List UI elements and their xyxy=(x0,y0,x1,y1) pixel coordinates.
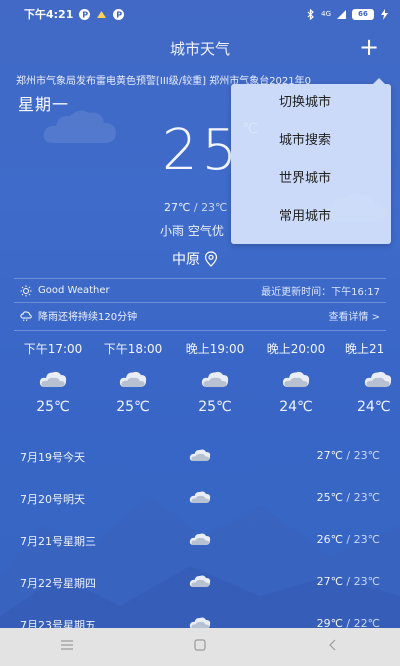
divider xyxy=(14,302,386,303)
plus-icon[interactable]: + xyxy=(358,35,380,59)
details-link[interactable]: 查看详情 > xyxy=(328,308,380,323)
daily-high: 25℃ xyxy=(316,491,343,504)
svg-text:P: P xyxy=(117,10,123,19)
hourly-forecast[interactable]: 下午17:00 25℃ 下午18:00 25℃ 晚上19:00 25℃ 晚上20… xyxy=(0,340,400,430)
hourly-temp: 25℃ xyxy=(36,399,70,415)
daily-date: 7月20号明天 xyxy=(20,493,85,506)
system-nav-bar xyxy=(0,628,400,666)
hourly-time: 晚上19:00 xyxy=(185,342,245,356)
temperature-range: 27℃ / 23℃ xyxy=(164,201,227,214)
cloudy-icon xyxy=(119,371,147,387)
daily-low: 23℃ xyxy=(353,533,380,546)
daily-date: 7月22号星期四 xyxy=(20,577,96,590)
cloudy-icon xyxy=(189,575,211,587)
hourly-temp: 25℃ xyxy=(198,399,232,415)
city-name: 中原 xyxy=(172,252,200,268)
charging-icon xyxy=(381,8,388,20)
menu-icon[interactable] xyxy=(47,639,87,655)
good-weather-row: Good Weather 最近更新时间：下午16:17 xyxy=(20,283,380,298)
daily-date: 7月21号星期三 xyxy=(20,535,96,548)
divider xyxy=(14,330,386,331)
menu-item-city-search[interactable]: 城市搜索 xyxy=(231,122,391,160)
daily-range: 27℃ / 23℃ xyxy=(317,449,380,462)
cloudy-icon xyxy=(189,491,211,503)
p-app-icon: P xyxy=(79,8,91,20)
rain-notice-row[interactable]: 降雨还将持续120分钟 查看详情 > xyxy=(20,308,380,323)
hourly-temp: 25℃ xyxy=(116,399,150,415)
hourly-item: 晚上19:00 25℃ xyxy=(175,340,255,415)
update-time: 最近更新时间：下午16:17 xyxy=(261,287,380,298)
hourly-time: 下午18:00 xyxy=(103,342,163,356)
status-bar: 下午4:21 P P 4G 66 xyxy=(0,0,400,28)
menu-item-switch-city[interactable]: 切换城市 xyxy=(231,84,391,122)
hourly-item: 晚上21 24℃ xyxy=(336,340,400,415)
signal-icon xyxy=(337,9,346,19)
range-separator: / xyxy=(190,201,202,214)
cloudy-icon xyxy=(189,449,211,461)
daily-row[interactable]: 7月21号星期三 26℃ / 23℃ xyxy=(0,521,400,563)
cloudy-icon xyxy=(282,371,310,387)
daily-high: 27℃ xyxy=(316,449,343,462)
home-icon[interactable] xyxy=(180,639,220,655)
rain-notice: 降雨还将持续120分钟 xyxy=(38,312,138,323)
weekday-label: 星期一 xyxy=(18,95,70,114)
menu-item-favorite-cities[interactable]: 常用城市 xyxy=(231,198,391,236)
hourly-time: 晚上20:00 xyxy=(266,342,326,356)
daily-date: 7月19号今天 xyxy=(20,451,85,464)
daily-low: 23℃ xyxy=(353,449,380,462)
low-temp: 23℃ xyxy=(201,201,228,214)
menu-item-world-cities[interactable]: 世界城市 xyxy=(231,160,391,198)
hourly-temp: 24℃ xyxy=(279,399,313,415)
divider xyxy=(14,278,386,279)
cloudy-icon xyxy=(201,371,229,387)
cloudy-icon xyxy=(189,533,211,545)
city-menu: 切换城市 城市搜索 世界城市 常用城市 xyxy=(231,78,391,244)
weather-condition: 小雨 空气优 xyxy=(160,224,224,238)
location-pin-icon xyxy=(204,251,218,267)
back-icon[interactable] xyxy=(313,639,353,655)
daily-low: 23℃ xyxy=(353,575,380,588)
daily-row[interactable]: 7月19号今天 27℃ / 23℃ xyxy=(0,437,400,479)
network-label: 4G xyxy=(321,10,331,18)
daily-separator: / xyxy=(342,449,354,462)
hourly-time: 晚上21 xyxy=(345,342,385,356)
good-weather-label: Good Weather xyxy=(38,285,110,296)
hourly-temp: 24℃ xyxy=(357,399,391,415)
daily-row[interactable]: 7月22号星期四 27℃ / 23℃ xyxy=(0,563,400,605)
bluetooth-icon xyxy=(307,8,315,20)
hourly-item: 下午17:00 25℃ xyxy=(13,340,93,415)
city-selector[interactable]: 中原 xyxy=(172,249,218,269)
sun-icon xyxy=(20,285,32,296)
hourly-time: 下午17:00 xyxy=(23,342,83,356)
hourly-item: 下午18:00 25℃ xyxy=(93,340,173,415)
daily-low: 23℃ xyxy=(353,491,380,504)
battery-indicator: 66 xyxy=(352,8,374,20)
home-square xyxy=(194,639,206,651)
status-time: 下午4:21 xyxy=(24,8,74,21)
daily-high: 26℃ xyxy=(316,533,343,546)
svg-text:P: P xyxy=(83,10,89,19)
cloudy-icon xyxy=(39,371,67,387)
daily-range: 26℃ / 23℃ xyxy=(317,533,380,546)
notification-icon xyxy=(97,10,107,18)
high-temp: 27℃ xyxy=(164,201,191,214)
daily-separator: / xyxy=(342,575,354,588)
daily-row[interactable]: 7月20号明天 25℃ / 23℃ xyxy=(0,479,400,521)
daily-range: 27℃ / 23℃ xyxy=(317,575,380,588)
rain-cloud-icon xyxy=(20,310,32,321)
hourly-item: 晚上20:00 24℃ xyxy=(256,340,336,415)
daily-separator: / xyxy=(342,491,354,504)
current-temperature: 25 xyxy=(162,118,242,183)
daily-separator: / xyxy=(342,533,354,546)
daily-high: 27℃ xyxy=(316,575,343,588)
p-app-icon-2: P xyxy=(113,8,125,20)
daily-range: 25℃ / 23℃ xyxy=(317,491,380,504)
menu-lines xyxy=(60,640,73,650)
page-title: 城市天气 xyxy=(169,40,230,58)
cloudy-icon xyxy=(364,371,392,387)
back-chevron xyxy=(329,639,336,651)
